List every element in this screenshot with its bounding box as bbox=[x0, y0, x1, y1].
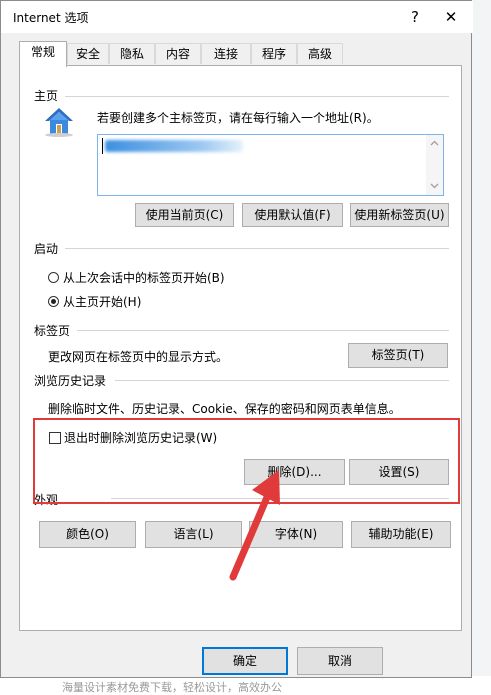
annotation-arrow-icon bbox=[229, 470, 280, 581]
tab-general[interactable]: 常规 bbox=[19, 41, 67, 67]
